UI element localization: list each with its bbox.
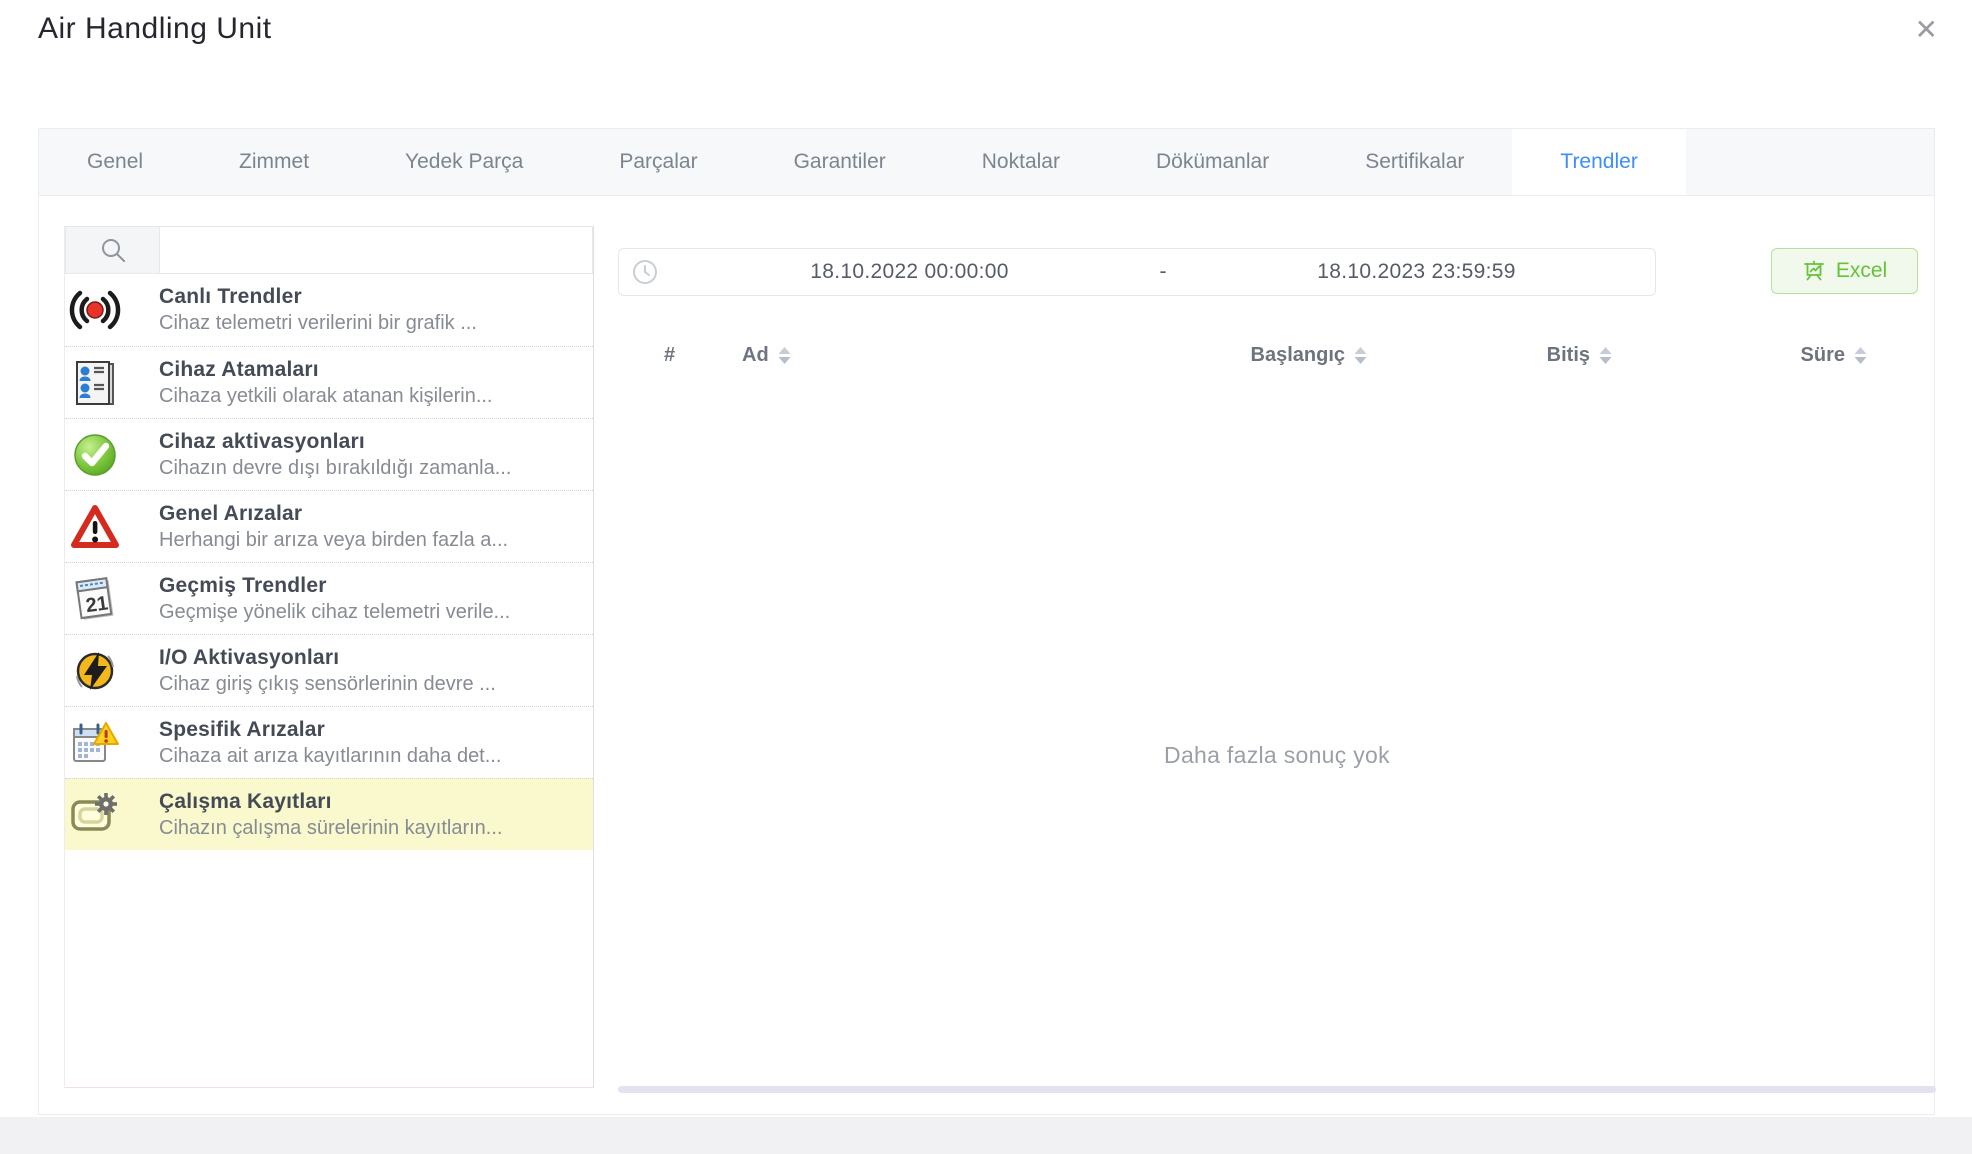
excel-button-label: Excel bbox=[1836, 259, 1887, 283]
list-item-gecmis-trendler[interactable]: 21 Geçmiş Trendler Geçmişe yönelik cihaz… bbox=[65, 562, 593, 634]
sort-icon[interactable] bbox=[1853, 346, 1868, 365]
live-trends-icon bbox=[65, 284, 159, 336]
tab-bar: Genel Zimmet Yedek Parça Parçalar Garant… bbox=[39, 129, 1934, 196]
list-item-title: Genel Arızalar bbox=[159, 502, 585, 526]
list-item-genel-arizalar[interactable]: Genel Arızalar Herhangi bir arıza veya b… bbox=[65, 490, 593, 562]
list-item-title: I/O Aktivasyonları bbox=[159, 646, 585, 670]
tab-zimmet[interactable]: Zimmet bbox=[191, 129, 357, 195]
list-item-desc: Cihazın çalışma sürelerinin kayıtların..… bbox=[159, 817, 585, 840]
list-item-desc: Cihaza yetkili olarak atanan kişilerin..… bbox=[159, 385, 585, 408]
list-item-desc: Geçmişe yönelik cihaz telemetri verile..… bbox=[159, 601, 585, 624]
tab-garantiler[interactable]: Garantiler bbox=[746, 129, 934, 195]
list-item-title: Cihaz Atamaları bbox=[159, 358, 585, 382]
table-header-row: # Ad Başlangıç bbox=[618, 321, 1936, 389]
list-item-desc: Cihaza ait arıza kayıtlarının daha det..… bbox=[159, 745, 585, 768]
column-header-baslangic[interactable]: Başlangıç bbox=[1118, 344, 1368, 367]
tab-parcalar[interactable]: Parçalar bbox=[571, 129, 745, 195]
list-item-title: Geçmiş Trendler bbox=[159, 574, 585, 598]
list-item-io-aktivasyonlari[interactable]: I/O Aktivasyonları Cihaz giriş çıkış sen… bbox=[65, 634, 593, 706]
search-icon bbox=[66, 227, 160, 273]
tab-dokumanlar[interactable]: Dökümanlar bbox=[1108, 129, 1317, 195]
page-background-strip bbox=[0, 1117, 1972, 1154]
horizontal-scrollbar[interactable] bbox=[618, 1086, 1936, 1093]
air-handling-unit-dialog: Air Handling Unit ✕ Genel Zimmet Yedek P… bbox=[0, 0, 1972, 1117]
tab-trendler[interactable]: Trendler bbox=[1512, 129, 1685, 195]
date-range-end[interactable]: 18.10.2023 23:59:59 bbox=[1178, 260, 1655, 284]
list-item-title: Spesifik Arızalar bbox=[159, 718, 585, 742]
list-item-canli-trendler[interactable]: Canlı Trendler Cihaz telemetri verilerin… bbox=[65, 274, 593, 346]
sort-icon[interactable] bbox=[1598, 346, 1613, 365]
work-records-icon bbox=[65, 789, 159, 841]
list-item-spesifik-arizalar[interactable]: Spesifik Arızalar Cihaza ait arıza kayıt… bbox=[65, 706, 593, 778]
column-header-ad[interactable]: Ad bbox=[742, 344, 942, 367]
dialog-content: Genel Zimmet Yedek Parça Parçalar Garant… bbox=[38, 128, 1935, 1115]
list-item-calisma-kayitlari[interactable]: Çalışma Kayıtları Cihazın çalışma sürele… bbox=[65, 778, 593, 850]
trend-type-sidebar: Canlı Trendler Cihaz telemetri verilerin… bbox=[64, 226, 594, 1088]
io-activations-icon bbox=[65, 645, 159, 697]
column-header-index[interactable]: # bbox=[618, 344, 742, 367]
list-item-cihaz-aktivasyonlari[interactable]: Cihaz aktivasyonları Cihazın devre dışı … bbox=[65, 418, 593, 490]
excel-export-button[interactable]: Excel bbox=[1771, 248, 1918, 294]
list-item-title: Cihaz aktivasyonları bbox=[159, 430, 585, 454]
list-item-desc: Cihazın devre dışı bırakıldığı zamanla..… bbox=[159, 457, 585, 480]
tab-noktalar[interactable]: Noktalar bbox=[934, 129, 1108, 195]
list-item-desc: Herhangi bir arıza veya birden fazla a..… bbox=[159, 529, 585, 552]
excel-chart-icon bbox=[1802, 259, 1826, 283]
date-range-start[interactable]: 18.10.2022 00:00:00 bbox=[671, 260, 1148, 284]
list-item-cihaz-atamalari[interactable]: Cihaz Atamaları Cihaza yetkili olarak at… bbox=[65, 346, 593, 418]
page-title: Air Handling Unit bbox=[38, 12, 272, 46]
list-item-title: Çalışma Kayıtları bbox=[159, 790, 585, 814]
close-icon[interactable]: ✕ bbox=[1915, 16, 1938, 44]
sort-icon[interactable] bbox=[1353, 346, 1368, 365]
tab-genel[interactable]: Genel bbox=[39, 129, 191, 195]
search-input[interactable] bbox=[160, 227, 592, 273]
clock-icon bbox=[619, 257, 671, 287]
tab-yedek-parca[interactable]: Yedek Parça bbox=[357, 129, 571, 195]
device-assignments-icon bbox=[65, 357, 159, 409]
tab-sertifikalar[interactable]: Sertifikalar bbox=[1317, 129, 1512, 195]
column-header-bitis[interactable]: Bitiş bbox=[1368, 344, 1613, 367]
general-faults-icon bbox=[65, 501, 159, 553]
sidebar-search-row bbox=[65, 226, 593, 274]
date-range-separator: - bbox=[1148, 260, 1178, 284]
list-item-desc: Cihaz giriş çıkış sensörlerinin devre ..… bbox=[159, 673, 585, 696]
past-trends-icon: 21 bbox=[65, 573, 159, 625]
sort-icon[interactable] bbox=[777, 346, 792, 365]
specific-faults-icon bbox=[65, 717, 159, 769]
svg-text:21: 21 bbox=[84, 592, 109, 617]
list-item-title: Canlı Trendler bbox=[159, 285, 585, 309]
device-activations-icon bbox=[65, 429, 159, 481]
list-item-desc: Cihaz telemetri verilerini bir grafik ..… bbox=[159, 312, 585, 335]
date-range-picker[interactable]: 18.10.2022 00:00:00 - 18.10.2023 23:59:5… bbox=[618, 248, 1656, 296]
empty-results-message: Daha fazla sonuç yok bbox=[618, 742, 1936, 769]
column-header-sure[interactable]: Süre bbox=[1613, 344, 1868, 367]
